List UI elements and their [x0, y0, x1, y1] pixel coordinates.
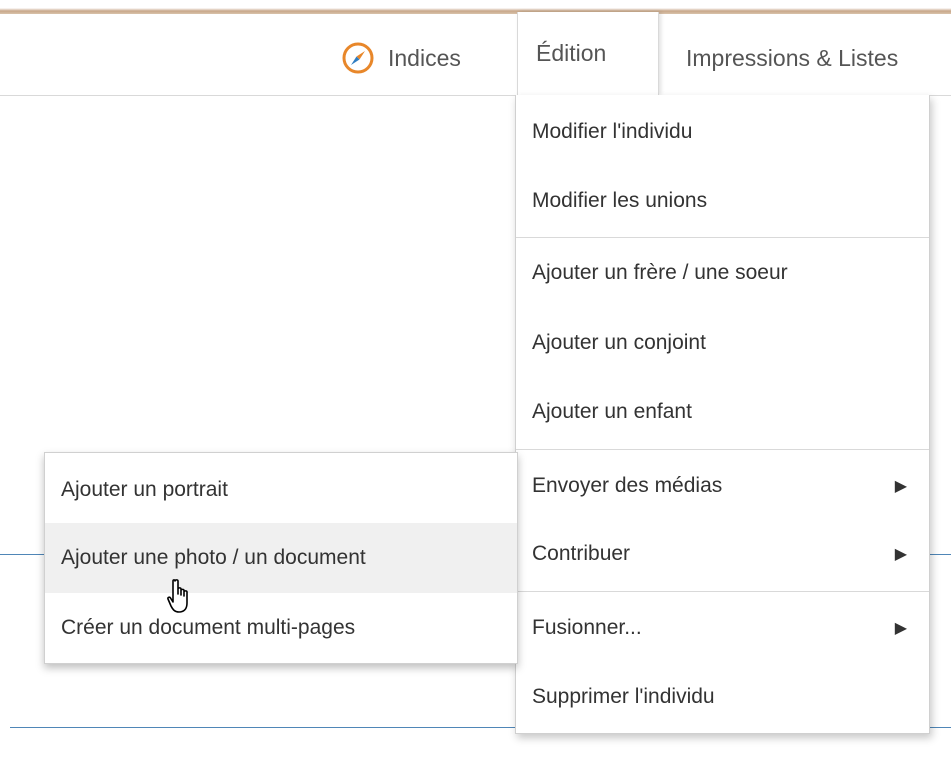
- nav-impressions-listes[interactable]: Impressions & Listes: [686, 38, 898, 78]
- menu-item-ajouter-conjoint[interactable]: Ajouter un conjoint: [516, 309, 929, 377]
- menu-separator: [516, 449, 929, 450]
- submenu-item-label: Créer un document multi-pages: [61, 616, 356, 639]
- menu-item-label: Ajouter un conjoint: [532, 331, 706, 354]
- nav-print-label: Impressions & Listes: [686, 44, 899, 71]
- triangle-right-icon: ▶: [894, 478, 907, 495]
- menu-item-ajouter-enfant[interactable]: Ajouter un enfant: [516, 378, 929, 446]
- compass-icon: [342, 42, 374, 74]
- menu-item-modifier-individu[interactable]: Modifier l'individu: [516, 98, 929, 166]
- submenu-item-creer-document-multipages[interactable]: Créer un document multi-pages: [45, 593, 517, 663]
- menu-item-ajouter-frere-soeur[interactable]: Ajouter un frère / une soeur: [516, 239, 929, 307]
- edition-dropdown-menu: Modifier l'individu Modifier les unions …: [515, 95, 930, 734]
- media-submenu: Ajouter un portrait Ajouter une photo / …: [44, 452, 518, 664]
- top-navbar: Indices Impressions & Listes: [0, 14, 951, 96]
- menu-item-label: Supprimer l'individu: [532, 685, 715, 708]
- hand-pointer-icon: [167, 579, 188, 613]
- nav-edition-label: Édition: [536, 40, 607, 66]
- menu-item-label: Fusionner...: [532, 616, 642, 639]
- menu-item-label: Modifier les unions: [532, 189, 708, 212]
- menu-separator: [516, 237, 929, 238]
- menu-item-supprimer-individu[interactable]: Supprimer l'individu: [516, 663, 929, 731]
- triangle-right-icon: ▶: [894, 620, 907, 637]
- nav-indices-label: Indices: [388, 44, 461, 71]
- menu-item-label: Ajouter un frère / une soeur: [532, 261, 788, 284]
- menu-item-fusionner[interactable]: Fusionner... ▶: [516, 594, 929, 662]
- menu-item-envoyer-medias[interactable]: Envoyer des médias ▶: [516, 452, 929, 520]
- nav-indices[interactable]: Indices: [342, 38, 461, 78]
- menu-item-label: Envoyer des médias: [532, 474, 723, 497]
- submenu-item-ajouter-photo-document[interactable]: Ajouter une photo / un document: [45, 523, 517, 593]
- menu-item-label: Contribuer: [532, 542, 631, 565]
- header-banner-strip: [0, 0, 951, 14]
- menu-item-modifier-unions[interactable]: Modifier les unions: [516, 167, 929, 235]
- nav-tab-edition[interactable]: Édition: [517, 12, 659, 95]
- menu-separator: [516, 591, 929, 592]
- menu-item-contribuer[interactable]: Contribuer ▶: [516, 520, 929, 588]
- submenu-item-label: Ajouter une photo / un document: [61, 546, 366, 569]
- menu-item-label: Ajouter un enfant: [532, 400, 692, 423]
- submenu-item-ajouter-portrait[interactable]: Ajouter un portrait: [45, 455, 517, 525]
- submenu-item-label: Ajouter un portrait: [61, 478, 228, 501]
- menu-item-label: Modifier l'individu: [532, 120, 693, 143]
- triangle-right-icon: ▶: [894, 546, 907, 563]
